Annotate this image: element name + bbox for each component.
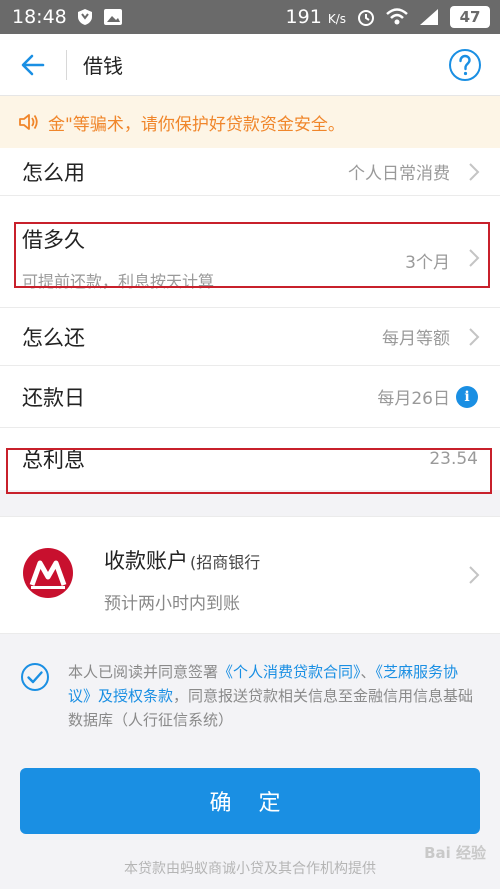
wifi-icon [386,8,408,26]
image-icon [103,8,123,26]
row-total-interest: 总利息 23.54 [0,428,500,490]
back-button[interactable] [0,34,66,96]
chevron-right-icon [469,566,480,584]
page-title: 借钱 [83,54,123,78]
checkbox-checked-icon[interactable] [20,662,50,692]
row-label: 还款日 [22,385,85,410]
receiving-account[interactable]: 收款账户 (招商银行 预计两小时内到账 [0,516,500,634]
chevron-right-icon [469,327,480,346]
nav-bar: 借钱 [0,34,500,96]
agreement: 本人已阅读并同意签署《个人消费贷款合同》、《芝麻服务协议》及授权条款，同意报送贷… [0,634,500,742]
loan-details: 怎么用 个人日常消费 借多久 可提前还款，利息按天计算 3个月 怎么还 每月等额… [0,148,500,490]
chevron-right-icon [469,162,480,181]
row-value: 23.54 [429,449,478,469]
row-repayment-day[interactable]: 还款日 每月26日 i [0,366,500,428]
nav-divider [66,49,67,80]
back-arrow-icon [21,54,45,75]
help-button[interactable] [448,48,482,82]
row-value: 3个月 [405,253,450,273]
account-subtitle: 预计两小时内到账 [104,594,240,614]
account-bank: (招商银行 [190,553,261,572]
agreement-text: 本人已阅读并同意签署 [68,663,219,681]
status-time: 18:48 [12,6,67,28]
shield-icon [77,8,93,26]
account-title: 收款账户 (招商银行 [104,549,261,573]
status-bar: 18:48 191 K/s 47 [0,0,500,34]
help-icon [449,49,481,81]
confirm-button[interactable]: 确 定 [20,768,480,834]
row-label: 怎么还 [22,325,85,350]
notice-bar: 金"等骗术，请你保护好贷款资金安全。 [0,96,500,148]
notice-text: 金"等骗术，请你保护好贷款资金安全。 [48,114,345,135]
row-label: 怎么用 [22,160,85,185]
row-value: 每月等额 [382,329,450,349]
net-speed: 191 K/s [285,6,346,28]
row-usage[interactable]: 怎么用 个人日常消费 [0,148,500,196]
watermark: Bai 经验 [424,844,486,862]
row-repayment-method[interactable]: 怎么还 每月等额 [0,308,500,366]
row-label: 总利息 [22,448,85,472]
info-icon[interactable]: i [456,385,478,408]
loan-contract-link[interactable]: 《个人消费贷款合同》 [218,663,361,681]
row-value: 个人日常消费 [348,164,450,184]
row-label: 借多久 [22,228,85,252]
row-subtext: 可提前还款，利息按天计算 [22,272,215,291]
speaker-icon [18,112,40,132]
row-term[interactable]: 借多久 可提前还款，利息按天计算 3个月 [0,196,500,308]
section-gap [0,490,500,516]
cmb-bank-logo-icon [23,548,73,598]
chevron-right-icon [469,249,480,267]
signal-icon [418,8,440,26]
agreement-separator: 、 [360,663,376,681]
battery-indicator: 47 [450,6,490,28]
row-value: 每月26日 [377,389,450,409]
alarm-icon [356,7,376,27]
